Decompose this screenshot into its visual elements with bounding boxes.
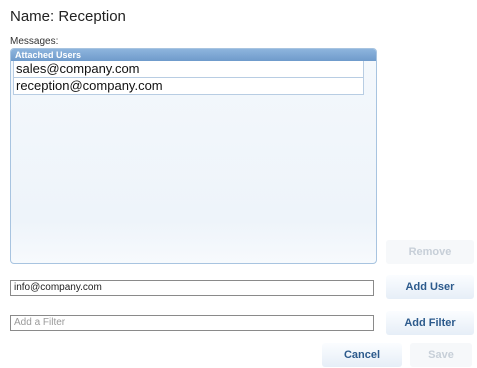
list-item[interactable]: reception@company.com <box>13 78 364 95</box>
save-button[interactable]: Save <box>410 343 472 367</box>
list-item[interactable]: sales@company.com <box>13 61 364 78</box>
remove-button[interactable]: Remove <box>386 240 474 264</box>
list-header: Attached Users <box>11 49 376 61</box>
add-filter-button[interactable]: Add Filter <box>386 311 474 335</box>
messages-label: Messages: <box>10 36 59 47</box>
user-email-input[interactable]: info@company.com <box>10 280 374 296</box>
filter-input[interactable]: Add a Filter <box>10 315 374 331</box>
attached-users-list[interactable]: Attached Users sales@company.com recepti… <box>10 48 377 264</box>
page-title: Name: Reception <box>10 8 126 25</box>
cancel-button[interactable]: Cancel <box>322 343 402 367</box>
add-user-button[interactable]: Add User <box>386 275 474 299</box>
